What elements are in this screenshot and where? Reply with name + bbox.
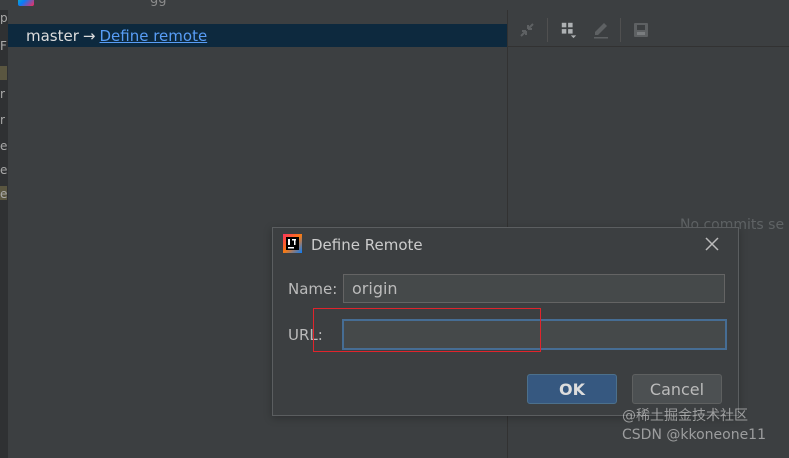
- edge-glyph: F: [0, 40, 7, 52]
- close-icon[interactable]: [703, 235, 721, 253]
- branch-name: master: [26, 26, 79, 45]
- intellij-logo-icon: [283, 234, 302, 253]
- edge-glyph: r: [0, 114, 5, 126]
- name-field[interactable]: [343, 274, 725, 303]
- edit-icon[interactable]: [592, 21, 610, 39]
- name-label: Name:: [288, 280, 338, 298]
- ok-button[interactable]: OK: [527, 374, 617, 404]
- edge-glyph: e: [0, 164, 8, 176]
- group-icon[interactable]: [560, 21, 578, 39]
- url-field[interactable]: [342, 319, 727, 350]
- toolbar-separator: [620, 18, 621, 42]
- app-logo-icon: [18, 0, 34, 6]
- edge-glyph: r: [0, 88, 5, 100]
- branch-bar: master → Define remote: [8, 24, 507, 47]
- watermark: @稀土掘金技术社区 CSDN @kkoneone11: [622, 408, 766, 445]
- log-toolbar: [508, 10, 789, 47]
- toolbar-separator: [547, 18, 548, 42]
- edge-glyph: e: [0, 140, 8, 152]
- arrow-icon: →: [82, 26, 96, 45]
- url-label: URL:: [288, 326, 323, 344]
- window-title-fragment: gg: [150, 0, 167, 7]
- define-remote-dialog: Define Remote Name: URL: OK Cancel: [272, 227, 739, 416]
- edge-marker: [0, 66, 7, 80]
- save-icon[interactable]: [632, 21, 650, 39]
- define-remote-link[interactable]: Define remote: [99, 27, 207, 45]
- dialog-title: Define Remote: [311, 236, 423, 254]
- collapse-icon[interactable]: [518, 21, 536, 39]
- title-bar-remnant: gg: [0, 0, 507, 10]
- left-panel-edge: p F r r e e e: [0, 0, 8, 458]
- cancel-button[interactable]: Cancel: [632, 374, 722, 404]
- watermark-line: @稀土掘金技术社区 CSDN @kkoneone11: [622, 408, 766, 443]
- edge-glyph: p: [0, 12, 8, 24]
- edge-glyph: e: [0, 188, 8, 200]
